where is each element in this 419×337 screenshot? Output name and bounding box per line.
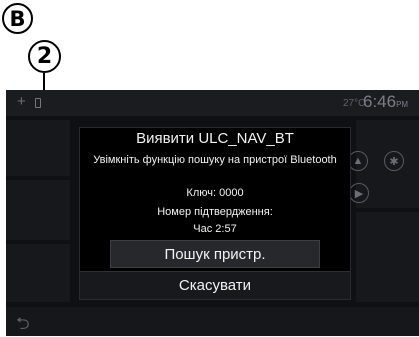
phone-icon[interactable] <box>35 98 41 108</box>
background-tile <box>6 244 70 302</box>
cancel-button[interactable]: Скасувати <box>80 271 350 299</box>
confirmation-label: Номер підтвердження: <box>157 206 273 218</box>
bottom-bar: ⮌ <box>6 307 419 336</box>
bluetooth-pairing-dialog: Виявити ULC_NAV_BT Увімкніть функцію пош… <box>79 127 351 300</box>
background-tile <box>356 212 419 302</box>
add-device-button[interactable]: + <box>17 93 26 110</box>
head-unit-screen: + 27°C 6:46PM ▲ ✱ ▶ ⮌ Виявити ULC_NAV_BT… <box>6 90 419 336</box>
search-device-button[interactable]: Пошук пристр. <box>110 240 320 268</box>
dialog-message: Увімкніть функцію пошуку на пристрої Blu… <box>93 154 337 166</box>
play-icon[interactable]: ▶ <box>349 183 369 203</box>
temperature: 27°C <box>343 98 366 109</box>
pairing-key: Ключ: 0000 <box>186 187 244 199</box>
status-bar: + 27°C 6:46PM <box>6 90 419 116</box>
back-arrow-icon[interactable]: ⮌ <box>16 311 30 336</box>
timer: Час 2:57 <box>193 223 237 235</box>
clock: 6:46PM <box>363 92 409 111</box>
background-tile <box>6 120 70 176</box>
background-tile <box>6 180 70 240</box>
navigation-icon[interactable]: ▲ <box>348 151 368 171</box>
callout-b: B <box>2 3 33 34</box>
bluetooth-icon[interactable]: ✱ <box>384 151 404 171</box>
dialog-title: Виявити ULC_NAV_BT <box>136 130 294 147</box>
callout-2: 2 <box>28 40 61 73</box>
